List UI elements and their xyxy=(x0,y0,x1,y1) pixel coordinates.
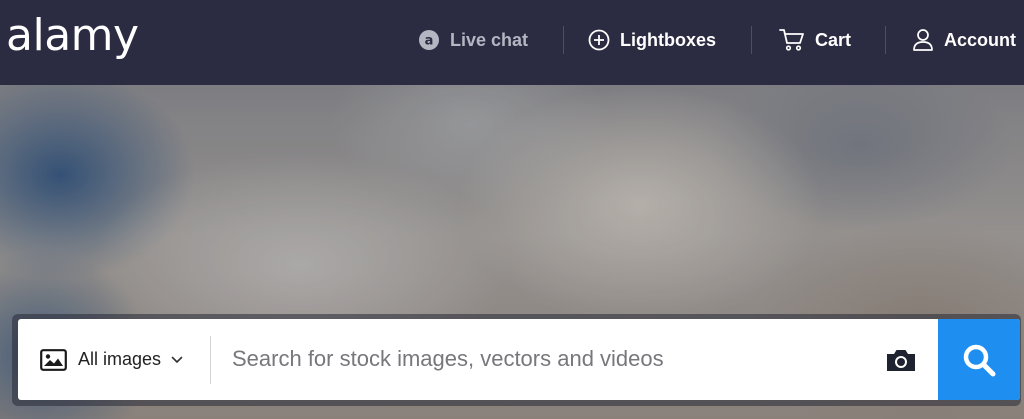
live-chat-icon: a xyxy=(418,29,440,51)
search-input[interactable] xyxy=(232,339,872,379)
top-header: alamy a Live chat Lightboxes Cart Accoun… xyxy=(0,0,1024,85)
user-icon xyxy=(912,28,934,52)
plus-circle-icon xyxy=(588,29,610,51)
account-link[interactable]: Account xyxy=(912,24,1016,56)
lightboxes-link[interactable]: Lightboxes xyxy=(588,24,716,56)
cart-link[interactable]: Cart xyxy=(779,24,851,56)
search-divider xyxy=(210,336,211,384)
image-type-dropdown[interactable]: All images xyxy=(40,319,183,400)
camera-icon[interactable] xyxy=(884,345,918,375)
search-icon xyxy=(962,343,996,377)
alamy-logo[interactable]: alamy xyxy=(6,6,139,66)
live-chat-link[interactable]: a Live chat xyxy=(418,24,528,56)
nav-divider xyxy=(563,26,564,54)
search-bar: All images xyxy=(18,319,1020,400)
image-type-label: All images xyxy=(78,349,162,369)
account-label: Account xyxy=(944,29,1016,50)
nav-divider xyxy=(885,26,886,54)
search-button[interactable] xyxy=(938,319,1020,400)
cart-icon xyxy=(779,28,805,52)
cart-label: Cart xyxy=(815,29,852,50)
image-icon xyxy=(40,348,67,371)
chevron-down-icon xyxy=(171,356,183,364)
svg-text:a: a xyxy=(425,34,434,49)
lightboxes-label: Lightboxes xyxy=(620,29,717,50)
nav-divider xyxy=(751,26,752,54)
live-chat-label: Live chat xyxy=(450,29,529,50)
